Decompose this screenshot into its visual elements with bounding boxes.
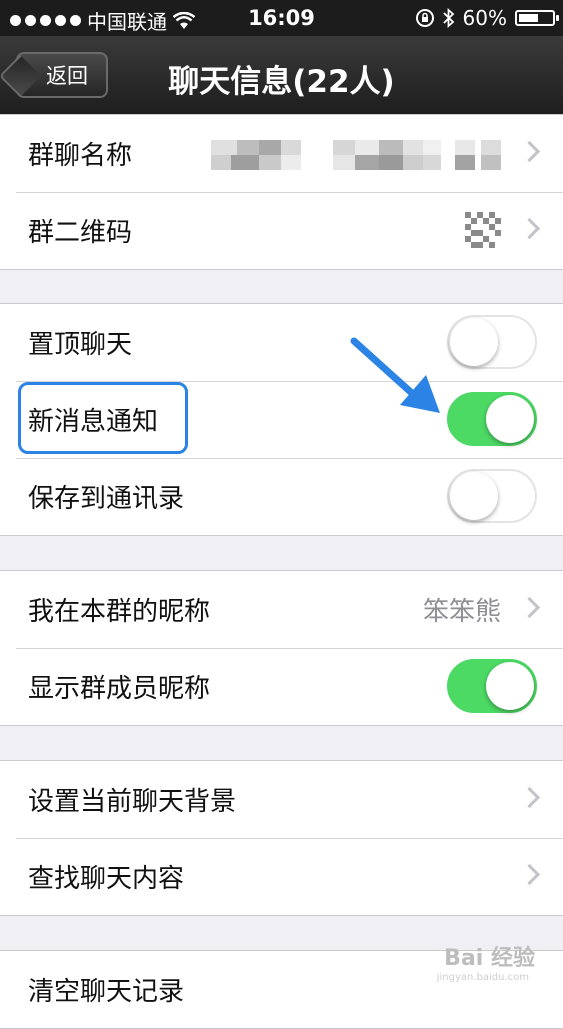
row-group-name[interactable]: 群聊名称: [0, 115, 563, 192]
row-label: 显示群成员昵称: [28, 674, 211, 704]
watermark-logo: Bai 经验: [444, 946, 535, 971]
watermark-url: jingyan.baidu.com: [436, 972, 529, 983]
rotation-lock-icon: [415, 9, 434, 27]
new-message-notification-toggle[interactable]: [447, 392, 537, 446]
bluetooth-icon: [442, 8, 454, 28]
row-label: 我在本群的昵称: [28, 597, 211, 627]
battery-icon: [515, 10, 559, 26]
row-show-member-nicknames: 显示群成员昵称: [0, 648, 563, 725]
chevron-right-icon: [518, 786, 541, 809]
row-label: 群二维码: [28, 218, 133, 248]
highlight-box: [18, 382, 188, 454]
chevron-right-icon: [518, 863, 541, 886]
toggle-knob: [486, 395, 534, 443]
toggle-knob: [450, 472, 498, 520]
group-chat-tools: 设置当前聊天背景 查找聊天内容: [0, 760, 563, 916]
chevron-right-icon: [518, 596, 541, 619]
row-set-chat-background[interactable]: 设置当前聊天背景: [0, 761, 563, 838]
status-bar: 中国联通 16:09 60%: [0, 0, 563, 36]
row-label: 清空聊天记录: [28, 977, 185, 1007]
row-label: 设置当前聊天背景: [28, 787, 237, 817]
save-to-contacts-toggle[interactable]: [447, 469, 537, 523]
row-my-group-nickname[interactable]: 我在本群的昵称 笨笨熊: [0, 571, 563, 648]
row-pin-chat: 置顶聊天: [0, 304, 563, 381]
group-chat-info: 群聊名称 群二维码: [0, 114, 563, 270]
row-label: 查找聊天内容: [28, 864, 185, 894]
chevron-right-icon: [518, 140, 541, 163]
chevron-right-icon: [518, 217, 541, 240]
back-button-label: 返回: [46, 64, 88, 88]
battery-percent: 60%: [462, 6, 507, 30]
group-nickname: 我在本群的昵称 笨笨熊 显示群成员昵称: [0, 570, 563, 726]
toggle-knob: [450, 318, 498, 366]
status-right: 60%: [415, 6, 559, 30]
row-group-qrcode[interactable]: 群二维码: [0, 192, 563, 269]
row-label: 群聊名称: [28, 141, 133, 171]
row-save-to-contacts: 保存到通讯录: [0, 458, 563, 535]
row-label: 保存到通讯录: [28, 484, 185, 514]
row-label: 置顶聊天: [28, 330, 133, 360]
annotation-arrow-icon: [350, 337, 440, 413]
nickname-value: 笨笨熊: [422, 597, 501, 627]
row-search-chat-content[interactable]: 查找聊天内容: [0, 838, 563, 915]
pin-chat-toggle[interactable]: [447, 315, 537, 369]
group-name-pixelated-value: [211, 140, 511, 170]
show-member-nicknames-toggle[interactable]: [447, 659, 537, 713]
toggle-knob: [486, 662, 534, 710]
navigation-bar: 返回 聊天信息(22人): [0, 36, 563, 115]
qr-code-icon: [465, 212, 501, 248]
